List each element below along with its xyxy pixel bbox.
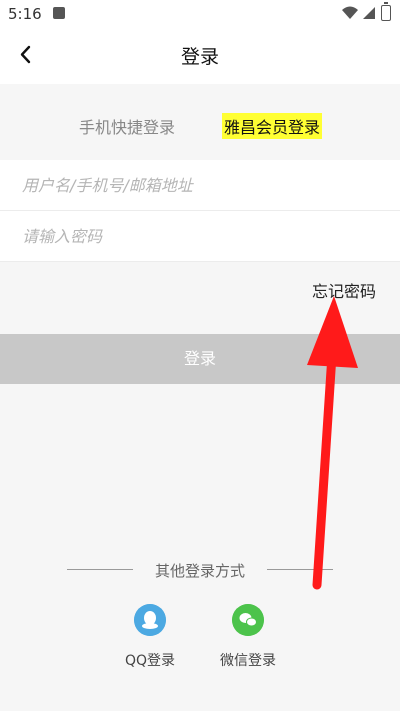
status-time: 5:16 xyxy=(8,5,42,23)
wechat-login-label: 微信登录 xyxy=(220,653,276,669)
username-row xyxy=(0,160,400,211)
header: 登录 xyxy=(0,28,400,84)
qq-login-label: QQ登录 xyxy=(124,653,176,669)
divider-right xyxy=(267,569,333,570)
other-login-title: 其他登录方式 xyxy=(154,562,245,580)
username-input[interactable] xyxy=(22,160,382,210)
wifi-icon xyxy=(342,6,358,19)
qq-icon xyxy=(134,604,166,636)
battery-charging-icon xyxy=(381,2,391,21)
page-title: 登录 xyxy=(180,46,219,68)
login-tabs: 手机快捷登录 雅昌会员登录 xyxy=(0,84,400,160)
password-input[interactable] xyxy=(22,211,382,261)
qq-login-button[interactable]: QQ登录 xyxy=(105,604,195,670)
status-bar: 5:16 xyxy=(0,0,400,28)
wechat-icon xyxy=(232,604,264,636)
notification-a-icon xyxy=(53,7,65,19)
signal-icon xyxy=(363,7,375,19)
tab-member-login[interactable]: 雅昌会员登录 xyxy=(222,113,323,139)
tab-phone-quick-login[interactable]: 手机快捷登录 xyxy=(79,114,175,138)
login-button[interactable]: 登录 xyxy=(0,334,400,384)
password-row xyxy=(0,211,400,262)
wechat-login-button[interactable]: 微信登录 xyxy=(203,604,293,670)
forgot-password-link[interactable]: 忘记密码 xyxy=(312,278,376,302)
